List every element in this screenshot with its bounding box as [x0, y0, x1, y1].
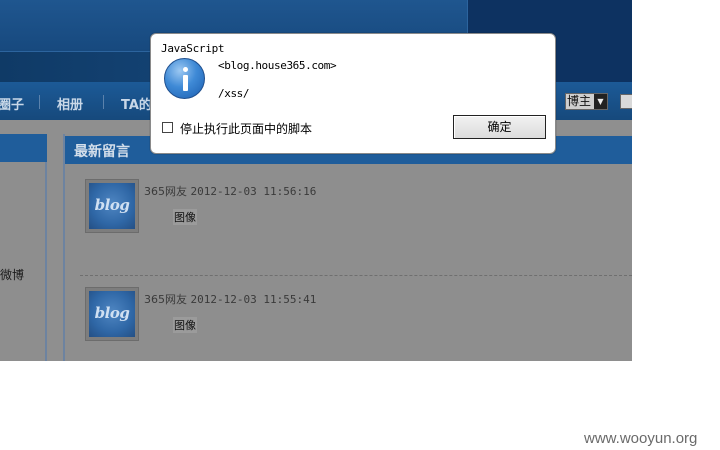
javascript-alert-dialog: JavaScript <blog.house365.com> /xss/ 停止执…: [150, 33, 556, 154]
nav-separator: [39, 95, 40, 109]
message-author[interactable]: 365网友: [144, 185, 187, 198]
blog-logo-icon: blog: [89, 183, 135, 229]
chevron-down-icon: ▼: [594, 94, 607, 109]
dialog-message-text: /xss/: [218, 87, 250, 100]
watermark: www.wooyun.org: [584, 430, 698, 447]
message-content: 图像: [173, 209, 197, 225]
nav-item-ta[interactable]: TA的: [121, 94, 152, 113]
ok-button[interactable]: 确定: [453, 115, 546, 139]
dialog-message-origin: <blog.house365.com>: [218, 59, 337, 72]
info-icon-bar: [183, 75, 188, 91]
message-time: 2012-12-03 11:56:16: [190, 185, 317, 198]
avatar-label: blog: [94, 196, 130, 214]
nav-search-box[interactable]: [620, 94, 632, 109]
dialog-title: JavaScript: [161, 42, 225, 55]
author-select-value: 博主: [567, 94, 592, 108]
message-meta: 365网友 2012-12-03 11:56:16: [144, 183, 316, 199]
message-divider: [80, 275, 632, 276]
message-meta: 365网友 2012-12-03 11:55:41: [144, 291, 316, 307]
message-content: 图像: [173, 317, 197, 333]
left-column: [0, 134, 47, 361]
blog-logo-icon: blog: [89, 291, 135, 337]
nav-item-circle[interactable]: 圈子: [0, 94, 24, 113]
avatar[interactable]: blog: [85, 287, 139, 341]
stop-scripts-checkbox[interactable]: [162, 122, 173, 133]
info-icon-dot: [183, 67, 188, 72]
left-weibo-link[interactable]: 微博: [0, 266, 24, 283]
message-time: 2012-12-03 11:55:41: [190, 293, 317, 306]
section-title: 最新留言: [74, 144, 130, 160]
avatar[interactable]: blog: [85, 179, 139, 233]
author-select[interactable]: 博主 ▼: [565, 93, 608, 110]
message-author[interactable]: 365网友: [144, 293, 187, 306]
nav-item-album[interactable]: 相册: [57, 94, 83, 113]
stop-scripts-label[interactable]: 停止执行此页面中的脚本: [180, 120, 312, 137]
messages-panel: [63, 134, 632, 361]
nav-separator: [103, 95, 104, 109]
avatar-label: blog: [94, 304, 130, 322]
info-icon: [164, 58, 205, 99]
left-column-header: [0, 134, 47, 162]
